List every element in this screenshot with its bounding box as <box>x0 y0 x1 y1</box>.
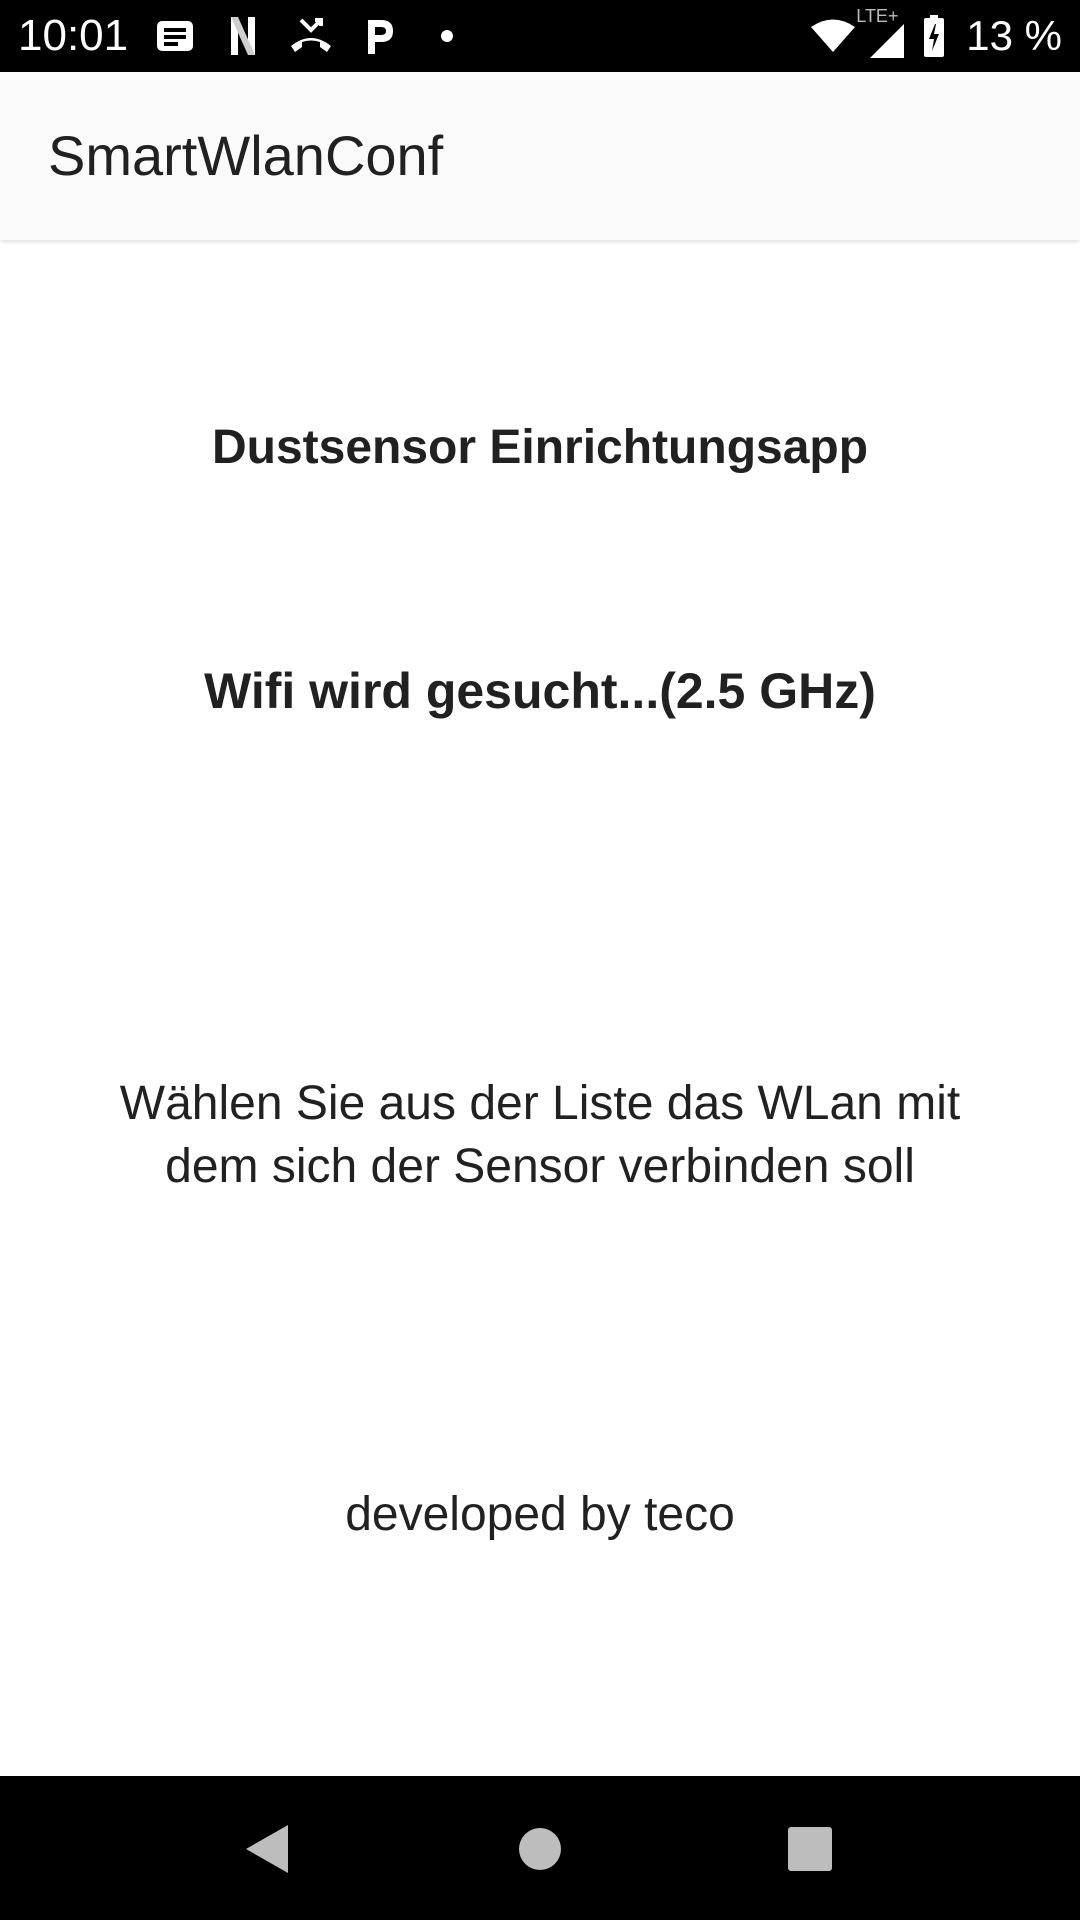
page-heading: Dustsensor Einrichtungsapp <box>211 421 869 474</box>
notification-icons <box>150 14 490 58</box>
battery-charging-icon <box>922 14 946 58</box>
app-title: SmartWlanConf <box>48 124 444 187</box>
screen: 10:01 LTE+ 13 % SmartWlanConf Dustsensor… <box>0 0 1080 1920</box>
network-type-label: LTE+ <box>856 6 899 26</box>
home-icon <box>519 1828 561 1870</box>
missed-call-icon <box>286 14 336 58</box>
wifi-search-status: Wifi wird gesucht...(2.5 GHz) <box>204 663 876 719</box>
recents-button[interactable] <box>765 1804 855 1894</box>
status-bar: 10:01 LTE+ 13 % <box>0 0 1080 72</box>
app-bar: SmartWlanConf <box>0 72 1080 240</box>
cell-signal-icon: LTE+ <box>856 6 906 60</box>
back-button[interactable] <box>222 1804 312 1894</box>
wifi-icon <box>810 18 856 54</box>
back-icon <box>246 1825 288 1873</box>
battery-percentage: 13 % <box>966 12 1062 59</box>
dot-icon <box>422 14 472 58</box>
recents-icon <box>788 1827 832 1871</box>
message-icon <box>150 14 200 58</box>
developer-credit: developed by teco <box>345 1488 735 1541</box>
netflix-icon <box>218 14 268 58</box>
status-time: 10:01 <box>18 11 129 60</box>
parking-icon <box>354 14 404 58</box>
system-status-icons: LTE+ 13 % <box>800 6 1062 62</box>
instruction-text: Wählen Sie aus der Liste das WLan mit de… <box>119 1077 961 1193</box>
navigation-bar <box>0 1776 1080 1920</box>
home-button[interactable] <box>495 1804 585 1894</box>
